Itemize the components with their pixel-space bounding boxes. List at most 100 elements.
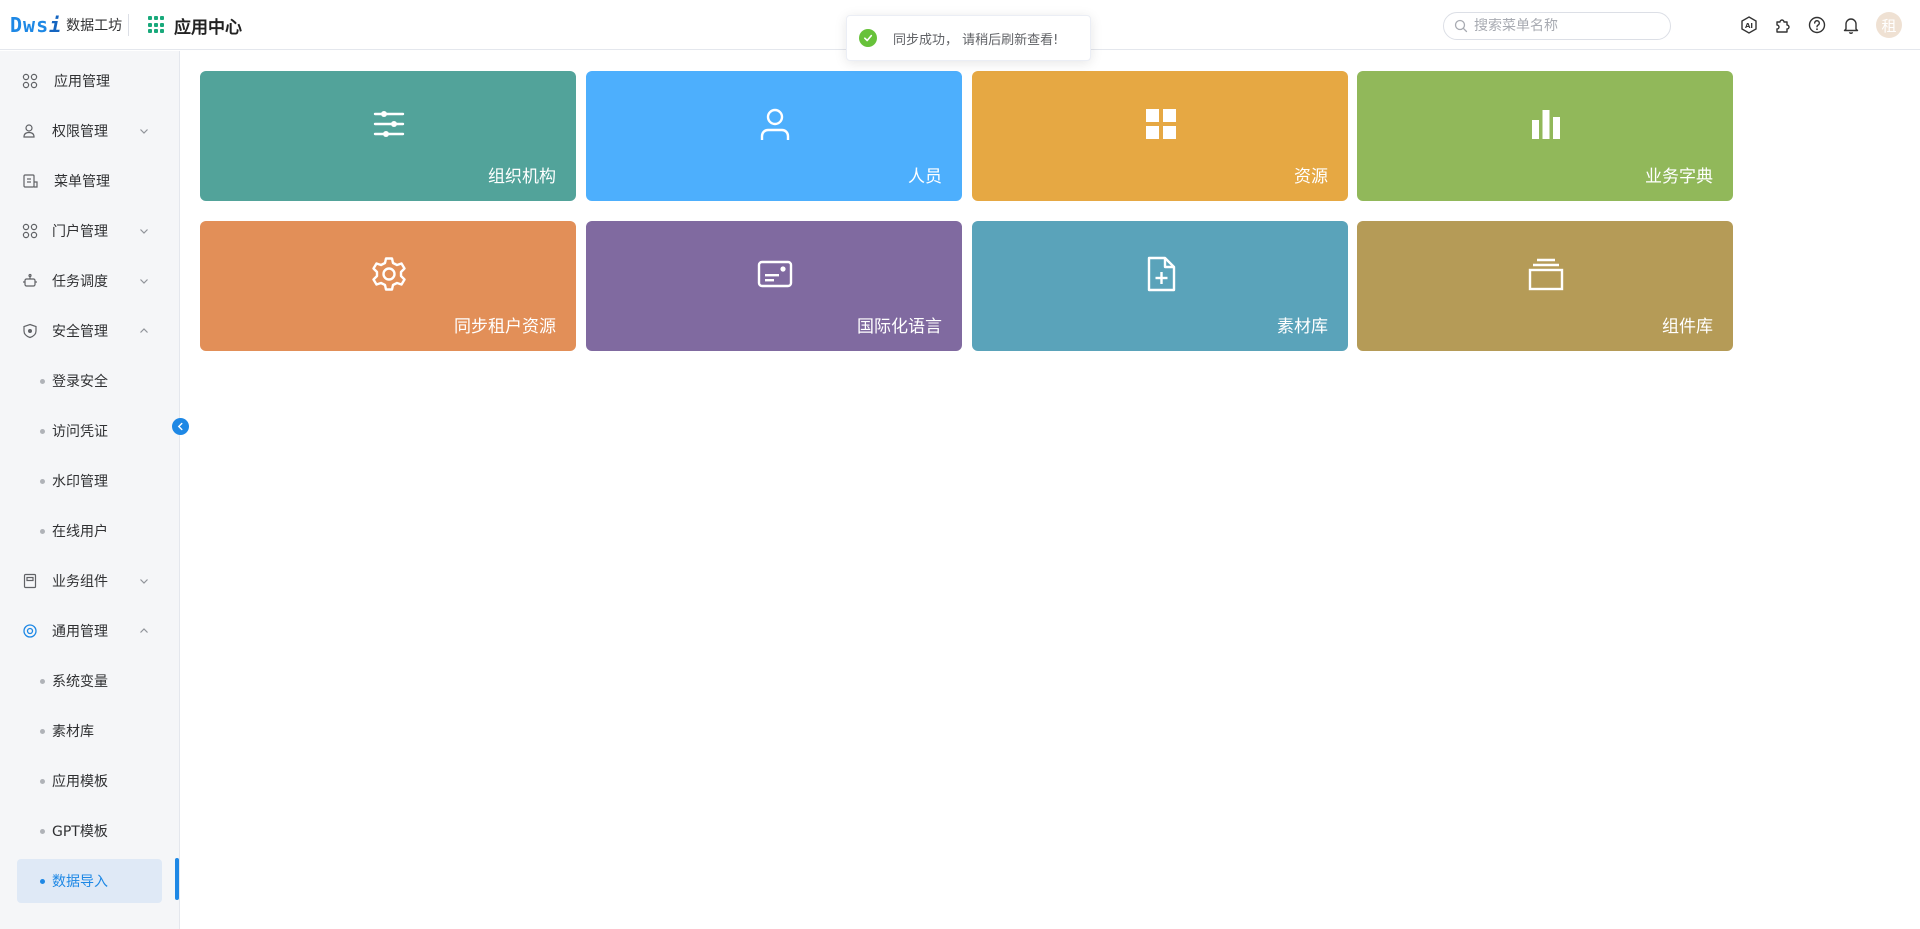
sidebar-item-security[interactable]: 安全管理 bbox=[0, 309, 180, 353]
success-toast: 同步成功， 请稍后刷新查看! bbox=[846, 15, 1091, 61]
sidebar-subitem-label: 系统变量 bbox=[52, 674, 108, 690]
help-icon[interactable] bbox=[1806, 14, 1828, 36]
avatar[interactable]: 租 bbox=[1876, 12, 1902, 38]
component-icon bbox=[22, 573, 38, 589]
bullet-dot bbox=[40, 778, 45, 784]
sidebar-subitem-label: 在线用户 bbox=[52, 524, 108, 540]
gear-icon bbox=[372, 257, 406, 291]
sidebar-subitem-watermark[interactable]: 水印管理 bbox=[0, 459, 180, 503]
sidebar-item-portal[interactable]: 门户管理 bbox=[0, 209, 180, 253]
svg-text:AI: AI bbox=[1745, 22, 1753, 30]
ai-icon[interactable]: AI bbox=[1738, 14, 1760, 36]
sidebar-item-label: 权限管理 bbox=[52, 124, 108, 140]
chevron-down-icon bbox=[140, 229, 148, 234]
bell-icon[interactable] bbox=[1840, 14, 1862, 36]
shield-icon bbox=[22, 323, 38, 339]
sliders-icon bbox=[373, 111, 405, 137]
tile-component-library[interactable]: 组件库 bbox=[1357, 221, 1733, 351]
tile-label: 同步租户资源 bbox=[454, 317, 556, 337]
tile-business-dictionary[interactable]: 业务字典 bbox=[1357, 71, 1733, 201]
tile-label: 素材库 bbox=[1277, 317, 1328, 337]
bullet-dot bbox=[40, 478, 45, 484]
tile-i18n-language[interactable]: 国际化语言 bbox=[586, 221, 962, 351]
sidebar-subitem-login-security[interactable]: 登录安全 bbox=[0, 359, 180, 403]
active-indicator-bar bbox=[175, 858, 179, 900]
sidebar-item-task-scheduling[interactable]: 任务调度 bbox=[0, 259, 180, 303]
sidebar-subitem-label: 登录安全 bbox=[52, 374, 108, 390]
id-card-icon bbox=[757, 260, 793, 288]
tile-material-library[interactable]: 素材库 bbox=[972, 221, 1348, 351]
chevron-up-icon bbox=[140, 628, 148, 633]
sidebar-subitem-online-users[interactable]: 在线用户 bbox=[0, 509, 180, 553]
user-icon bbox=[760, 108, 790, 140]
chevron-up-icon bbox=[140, 328, 148, 333]
sidebar-subitem-material-library[interactable]: 素材库 bbox=[0, 709, 180, 753]
logo[interactable]: Dwsi 数据工坊 bbox=[10, 12, 122, 38]
sidebar-item-label: 应用管理 bbox=[54, 74, 110, 90]
sidebar-collapse-button[interactable] bbox=[172, 418, 189, 435]
bullet-dot bbox=[40, 728, 45, 734]
sidebar-item-label: 任务调度 bbox=[52, 274, 108, 290]
sidebar-item-business-components[interactable]: 业务组件 bbox=[0, 559, 180, 603]
tile-label: 组件库 bbox=[1662, 317, 1713, 337]
sidebar-item-general-management[interactable]: 通用管理 bbox=[0, 609, 180, 653]
tile-label: 组织机构 bbox=[488, 167, 556, 187]
user-lock-icon bbox=[22, 123, 38, 139]
bullet-dot bbox=[40, 528, 45, 534]
tile-personnel[interactable]: 人员 bbox=[586, 71, 962, 201]
bar-chart-icon bbox=[1532, 110, 1560, 139]
search-input[interactable] bbox=[1474, 18, 1664, 34]
logo-mark: Dwsi bbox=[10, 13, 63, 37]
stack-icon bbox=[1528, 258, 1564, 291]
menu-search[interactable] bbox=[1443, 12, 1671, 40]
sidebar-subitem-data-import[interactable]: 数据导入 bbox=[0, 859, 180, 903]
app-grid-icon bbox=[148, 16, 166, 34]
apps-icon bbox=[22, 73, 38, 89]
bullet-dot bbox=[40, 678, 45, 684]
robot-icon bbox=[22, 273, 38, 289]
sidebar-subitem-system-variables[interactable]: 系统变量 bbox=[0, 659, 180, 703]
sidebar-subitem-label: 数据导入 bbox=[52, 874, 108, 890]
sidebar-item-menu-management[interactable]: 菜单管理 bbox=[0, 159, 180, 203]
chevron-left-icon bbox=[177, 422, 183, 431]
sidebar-subitem-gpt-templates[interactable]: GPT模板 bbox=[0, 809, 180, 853]
sidebar-subitem-label: 访问凭证 bbox=[52, 424, 108, 440]
logo-text: 数据工坊 bbox=[66, 18, 123, 34]
app-center-title: 应用中心 bbox=[174, 17, 242, 38]
check-circle-icon bbox=[859, 29, 877, 47]
sidebar-subitem-label: GPT模板 bbox=[52, 824, 108, 840]
sidebar-item-label: 门户管理 bbox=[52, 224, 108, 240]
sidebar-item-app-management[interactable]: 应用管理 bbox=[0, 59, 180, 103]
sidebar-subitem-label: 素材库 bbox=[52, 724, 94, 740]
grid-icon bbox=[1146, 109, 1176, 139]
bullet-dot bbox=[40, 828, 45, 834]
sidebar-item-label: 通用管理 bbox=[52, 624, 108, 640]
file-plus-icon bbox=[1147, 256, 1176, 292]
tile-label: 业务字典 bbox=[1645, 167, 1713, 187]
chevron-down-icon bbox=[140, 579, 148, 584]
search-icon bbox=[1454, 19, 1468, 33]
header-actions: AI 租 bbox=[1738, 12, 1902, 38]
tile-label: 人员 bbox=[908, 167, 942, 187]
portal-icon bbox=[22, 223, 38, 239]
sidebar-subitem-access-credential[interactable]: 访问凭证 bbox=[0, 409, 180, 453]
sidebar: 应用管理 权限管理 菜单管理 门户管理 任务调度 安全管理 登录安全 访问凭证 … bbox=[0, 51, 180, 929]
chevron-down-icon bbox=[140, 279, 148, 284]
app-center[interactable]: 应用中心 bbox=[148, 12, 242, 38]
sidebar-subitem-app-templates[interactable]: 应用模板 bbox=[0, 759, 180, 803]
tile-resources[interactable]: 资源 bbox=[972, 71, 1348, 201]
tile-label: 资源 bbox=[1294, 167, 1328, 187]
chevron-down-icon bbox=[140, 129, 148, 134]
sidebar-subitem-label: 水印管理 bbox=[52, 474, 108, 490]
tile-org-structure[interactable]: 组织机构 bbox=[200, 71, 576, 201]
bullet-dot bbox=[40, 878, 45, 884]
tile-sync-tenant-resources[interactable]: 同步租户资源 bbox=[200, 221, 576, 351]
menu-doc-icon bbox=[22, 173, 38, 189]
sidebar-item-permission[interactable]: 权限管理 bbox=[0, 109, 180, 153]
tile-label: 国际化语言 bbox=[857, 317, 942, 337]
plugin-icon[interactable] bbox=[1772, 14, 1794, 36]
header-divider bbox=[128, 14, 129, 36]
bullet-dot bbox=[40, 378, 45, 384]
toast-message: 同步成功， 请稍后刷新查看! bbox=[893, 32, 1059, 48]
sidebar-subitem-label: 应用模板 bbox=[52, 774, 108, 790]
